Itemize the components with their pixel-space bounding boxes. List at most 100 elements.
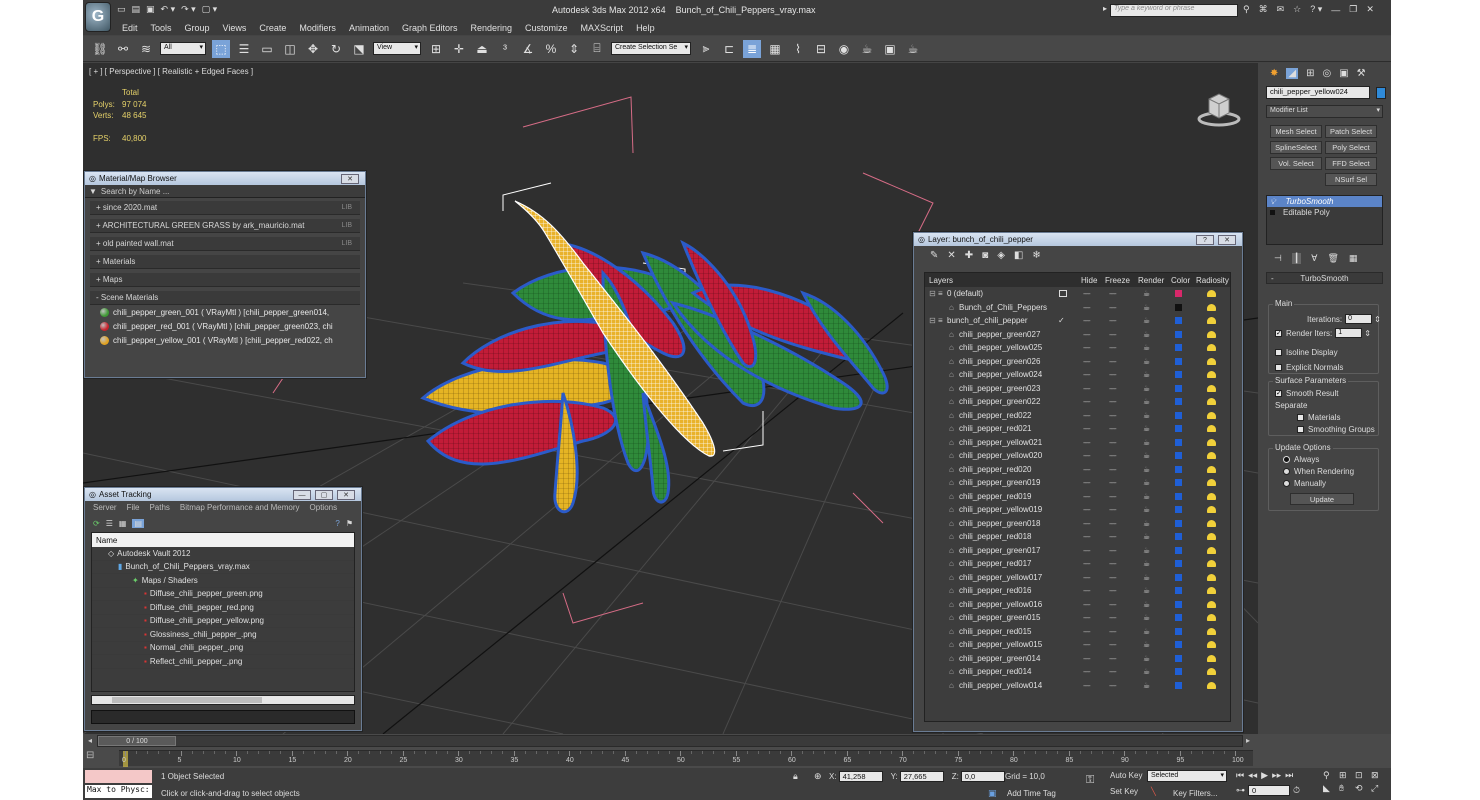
radiosity-bulb-icon[interactable] <box>1207 384 1216 392</box>
select-and-rotate-icon[interactable]: ↻ <box>327 40 345 58</box>
auto-key-button[interactable]: Auto Key <box>1110 771 1148 783</box>
layer-row[interactable]: ⌂ chili_pepper_green026 ---- ---- ☕︎ <box>925 355 1230 369</box>
layer-row[interactable]: ⌂ chili_pepper_green017 ---- ---- ☕︎ <box>925 544 1230 558</box>
isoline-display-checkbox[interactable] <box>1275 349 1282 356</box>
freeze-toggle-icon[interactable]: ---- <box>1109 397 1117 406</box>
freeze-toggle-icon[interactable]: ---- <box>1109 316 1117 325</box>
hierarchy-tab-icon[interactable]: ⊞ <box>1306 68 1314 79</box>
turbosmooth-rollout-header[interactable]: - TurboSmooth <box>1266 272 1383 284</box>
select-and-scale-icon[interactable]: ⬔ <box>350 40 368 58</box>
vol-select-button[interactable]: Vol. Select <box>1270 157 1322 170</box>
layer-color-swatch[interactable] <box>1175 330 1182 338</box>
render-teapot-icon[interactable]: ☕︎ <box>1143 573 1150 582</box>
bind-space-warp-icon[interactable]: ≋ <box>137 40 155 58</box>
hide-toggle-icon[interactable]: ---- <box>1083 505 1091 514</box>
scene-materials-group-row[interactable]: - Scene Materials <box>90 291 360 305</box>
expand-tree-icon[interactable]: ⊟ <box>929 316 936 325</box>
named-selection-set-dropdown[interactable]: Create Selection Se <box>611 42 691 55</box>
time-slider-left-icon[interactable]: ◂ <box>88 736 92 745</box>
time-slider-track[interactable]: 0 / 100 <box>97 735 1243 747</box>
help-icon[interactable]: ? ▾ <box>1310 4 1322 15</box>
render-teapot-icon[interactable]: ☕︎ <box>1143 613 1150 622</box>
radiosity-bulb-icon[interactable] <box>1207 614 1216 621</box>
key-selection-dropdown[interactable]: Selected <box>1147 770 1227 782</box>
add-time-tag[interactable]: Add Time Tag <box>1007 789 1056 798</box>
hide-toggle-icon[interactable]: ---- <box>1083 559 1091 568</box>
time-slider-right-icon[interactable]: ▸ <box>1246 736 1250 745</box>
poly-select-button[interactable]: Poly Select <box>1325 141 1377 154</box>
scene-material-row[interactable]: chili_pepper_green_001 ( VRayMtl ) [chil… <box>90 305 360 319</box>
time-slider-thumb[interactable]: 0 / 100 <box>98 736 176 746</box>
iterations-spinner-arrows-icon[interactable]: ⇕ <box>1374 315 1381 324</box>
name-column-header[interactable]: Name <box>92 533 354 547</box>
layer-row[interactable]: ⌂ chili_pepper_green023 ---- ---- ☕︎ <box>925 382 1230 396</box>
freeze-toggle-icon[interactable]: ---- <box>1109 681 1117 690</box>
render-teapot-icon[interactable]: ☕︎ <box>1143 411 1150 420</box>
render-teapot-icon[interactable]: ☕︎ <box>1143 370 1150 379</box>
explicit-normals-checkbox[interactable] <box>1275 364 1282 371</box>
menu-create[interactable]: Create <box>259 23 286 33</box>
communication-icon[interactable]: ✉ <box>1277 4 1285 15</box>
spinner-snap-icon[interactable]: ⇕ <box>565 40 583 58</box>
radiosity-bulb-icon[interactable] <box>1207 600 1216 608</box>
highlight-layer-icon[interactable]: ◈ <box>997 250 1005 261</box>
hide-toggle-icon[interactable]: ---- <box>1083 357 1091 366</box>
library-row[interactable]: + old painted wall.mat LIB <box>90 237 360 251</box>
render-iters-spinner[interactable]: 1 <box>1335 328 1363 338</box>
render-iters-spinner-arrows-icon[interactable]: ⇕ <box>1364 329 1371 338</box>
freeze-toggle-icon[interactable]: ---- <box>1109 640 1117 649</box>
time-config-icon[interactable]: ⏱ <box>1293 785 1300 796</box>
window-crossing-icon[interactable]: ◫ <box>281 40 299 58</box>
render-teapot-icon[interactable]: ☕︎ <box>1143 600 1150 609</box>
selection-region-icon[interactable]: ▭ <box>258 40 276 58</box>
render-teapot-icon[interactable]: ☕︎ <box>1143 492 1150 501</box>
always-radio[interactable] <box>1283 456 1290 463</box>
asset-help-icon[interactable]: ? <box>335 519 339 528</box>
freeze-toggle-icon[interactable]: ---- <box>1109 546 1117 555</box>
go-to-end-icon[interactable]: ⏭ <box>1285 770 1293 781</box>
layer-color-swatch[interactable] <box>1175 303 1182 311</box>
render-iters-checkbox[interactable]: ✓ <box>1275 329 1282 337</box>
z-coordinate-field[interactable]: 0,0 <box>960 771 1005 782</box>
chili-pepper-bunch[interactable] <box>420 200 889 514</box>
stack-item-editable-poly[interactable]: Editable Poly <box>1267 207 1382 218</box>
radiosity-bulb-icon[interactable] <box>1207 357 1216 365</box>
layer-manager-icon[interactable]: ≣ <box>743 39 761 58</box>
undo-icon[interactable]: ↶ ▾ <box>161 4 176 15</box>
layer-row[interactable]: ⌂ chili_pepper_green018 ---- ---- ☕︎ <box>925 517 1230 531</box>
smoothing-groups-checkbox[interactable] <box>1297 426 1304 433</box>
freeze-toggle-icon[interactable]: ---- <box>1109 600 1117 609</box>
hide-toggle-icon[interactable]: ---- <box>1083 438 1091 447</box>
layer-row[interactable]: ⌂ chili_pepper_red019 ---- ---- ☕︎ <box>925 490 1230 504</box>
field-of-view-icon[interactable]: ◣ <box>1323 783 1337 794</box>
edit-named-selection-icon[interactable]: ⌸ <box>588 40 606 58</box>
render-teapot-icon[interactable]: ☕︎ <box>1143 627 1150 636</box>
layer-row[interactable]: ⌂ chili_pepper_yellow015 ---- ---- ☕︎ <box>925 638 1230 652</box>
freeze-all-icon[interactable]: ❄ <box>1032 250 1040 261</box>
layer-color-swatch[interactable] <box>1175 371 1182 378</box>
y-coordinate-field[interactable]: 27,665 <box>899 771 944 782</box>
refresh-icon[interactable]: ⟳ <box>93 519 100 528</box>
new-file-icon[interactable]: ▭ <box>117 4 126 15</box>
radiosity-bulb-icon[interactable] <box>1207 492 1216 500</box>
create-layer-icon[interactable]: ✎ <box>930 250 938 261</box>
pin-stack-icon[interactable]: ⊣ <box>1274 253 1282 264</box>
curve-editor-icon[interactable]: ⌇ <box>789 40 807 58</box>
radiosity-bulb-icon[interactable] <box>1207 452 1216 459</box>
menu-group[interactable]: Group <box>185 23 210 33</box>
close-icon[interactable]: ✕ <box>1366 4 1374 15</box>
pivot-center-icon[interactable]: ⊞ <box>427 40 445 58</box>
render-teapot-icon[interactable]: ☕︎ <box>1143 546 1150 555</box>
radiosity-bulb-icon[interactable] <box>1207 425 1216 432</box>
column-layers[interactable]: Layers <box>929 276 953 285</box>
hide-toggle-icon[interactable]: ---- <box>1083 478 1091 487</box>
freeze-toggle-icon[interactable]: ---- <box>1109 667 1117 676</box>
select-by-name-icon[interactable]: ☰ <box>235 40 253 58</box>
layer-row[interactable]: ⌂ chili_pepper_red020 ---- ---- ☕︎ <box>925 463 1230 477</box>
render-teapot-icon[interactable]: ☕︎ <box>1143 465 1150 474</box>
menu-customize[interactable]: Customize <box>525 23 568 33</box>
layer-close-button[interactable]: ✕ <box>1218 235 1236 245</box>
layer-row[interactable]: ⌂ chili_pepper_red015 ---- ---- ☕︎ <box>925 625 1230 639</box>
render-setup-icon[interactable]: ☕ <box>858 40 876 58</box>
render-teapot-icon[interactable]: ☕︎ <box>1143 397 1150 406</box>
